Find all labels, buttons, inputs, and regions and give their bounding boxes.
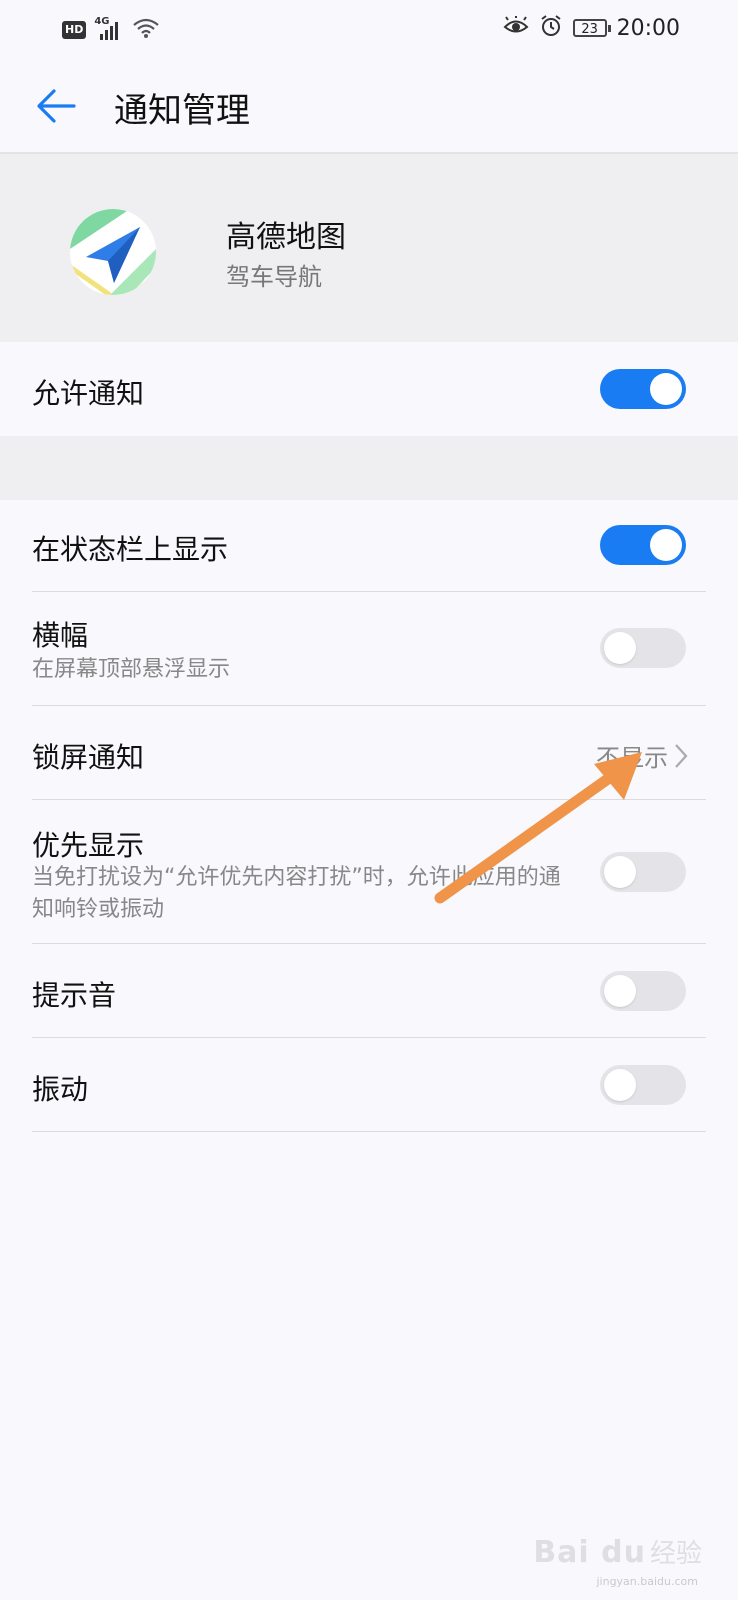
chevron-right-icon	[675, 743, 688, 768]
banner-description: 在屏幕顶部悬浮显示	[32, 657, 231, 682]
priority-display-label: 优先显示	[32, 829, 145, 862]
app-subtitle: 驾车导航	[226, 263, 322, 291]
app-info-header: 高德地图 驾车导航	[0, 152, 738, 342]
sound-row[interactable]: 提示音	[0, 944, 738, 1038]
banner-toggle[interactable]	[600, 628, 686, 668]
status-bar-display-toggle[interactable]	[600, 525, 686, 565]
banner-label: 横幅	[32, 619, 89, 652]
allow-notifications-toggle[interactable]	[600, 369, 686, 409]
clock: 20:00	[616, 15, 680, 41]
battery-icon: 23	[572, 19, 611, 37]
status-bar-display-row[interactable]: 在状态栏上显示	[0, 500, 738, 592]
allow-notifications-section: 允许通知	[0, 342, 738, 436]
sound-label: 提示音	[32, 979, 117, 1012]
lock-screen-row[interactable]: 锁屏通知 不显示	[0, 706, 738, 800]
back-button[interactable]	[34, 84, 78, 128]
app-name: 高德地图	[226, 220, 346, 255]
status-right: 23 20:00	[503, 14, 680, 42]
arrow-left-icon	[37, 89, 76, 123]
watermark-url: jingyan.baidu.com	[596, 1575, 698, 1588]
toggle-knob	[650, 373, 682, 405]
priority-display-description: 当免打扰设为“允许优先内容打扰”时，允许此应用的通知响铃或振动	[32, 865, 561, 922]
notification-settings-list: 在状态栏上显示 横幅 在屏幕顶部悬浮显示 锁屏通知 不显示 优先显示 当免打扰设…	[0, 500, 738, 1600]
lock-screen-label: 锁屏通知	[32, 741, 145, 774]
toggle-knob	[604, 856, 636, 888]
allow-notifications-label: 允许通知	[32, 377, 145, 410]
eye-comfort-icon	[503, 15, 529, 40]
app-bar: 通知管理	[0, 58, 738, 152]
sound-toggle[interactable]	[600, 971, 686, 1011]
signal-icon: 4G	[94, 16, 124, 41]
amap-app-icon	[70, 209, 156, 295]
priority-display-toggle[interactable]	[600, 852, 686, 892]
network-type-label: 4G	[94, 16, 110, 27]
page-title: 通知管理	[114, 91, 250, 131]
alarm-icon	[539, 14, 563, 42]
toggle-knob	[650, 529, 682, 561]
hd-icon: HD	[62, 21, 87, 39]
divider	[32, 1131, 706, 1132]
status-bar-display-label: 在状态栏上显示	[32, 533, 229, 566]
vibration-row[interactable]: 振动	[0, 1038, 738, 1132]
toggle-knob	[604, 1069, 636, 1101]
watermark-logo: Bai du	[533, 1535, 646, 1570]
priority-display-row[interactable]: 优先显示 当免打扰设为“允许优先内容打扰”时，允许此应用的通知响铃或振动	[0, 800, 738, 944]
vibration-label: 振动	[32, 1073, 89, 1106]
toggle-knob	[604, 975, 636, 1007]
watermark-text: 经验	[649, 1539, 702, 1569]
lock-screen-value: 不显示	[596, 744, 668, 772]
section-gap	[0, 436, 738, 500]
wifi-icon	[132, 17, 160, 43]
lock-screen-value-link[interactable]: 不显示	[596, 738, 688, 773]
vibration-toggle[interactable]	[600, 1065, 686, 1105]
baidu-watermark: Bai du 经验	[533, 1533, 702, 1570]
status-left: HD 4G	[62, 16, 160, 43]
banner-row[interactable]: 横幅 在屏幕顶部悬浮显示	[0, 592, 738, 706]
toggle-knob	[604, 632, 636, 664]
status-bar: HD 4G 23 20:00	[0, 0, 738, 58]
